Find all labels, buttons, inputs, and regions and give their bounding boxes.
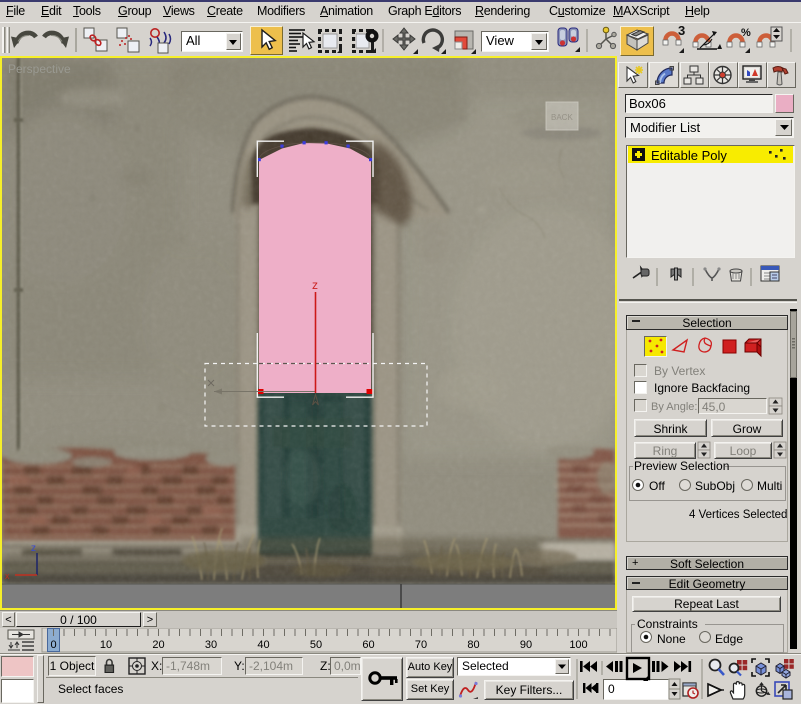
svg-text:10: 10 bbox=[100, 639, 112, 651]
svg-text:%: % bbox=[741, 27, 751, 39]
svg-text:z: z bbox=[31, 543, 36, 554]
svg-text:60: 60 bbox=[362, 639, 374, 651]
svg-text:70: 70 bbox=[415, 639, 427, 651]
svg-text:30: 30 bbox=[205, 639, 217, 651]
svg-text:20: 20 bbox=[152, 639, 164, 651]
svg-text:x: x bbox=[5, 571, 10, 581]
svg-text:3: 3 bbox=[678, 23, 685, 38]
svg-text:50: 50 bbox=[310, 639, 322, 651]
svg-text:90: 90 bbox=[520, 639, 532, 651]
svg-text:100: 100 bbox=[569, 639, 587, 651]
svg-text:40: 40 bbox=[257, 639, 269, 651]
svg-text:0: 0 bbox=[50, 639, 56, 651]
svg-text:z: z bbox=[312, 278, 318, 292]
svg-text:80: 80 bbox=[467, 639, 479, 651]
